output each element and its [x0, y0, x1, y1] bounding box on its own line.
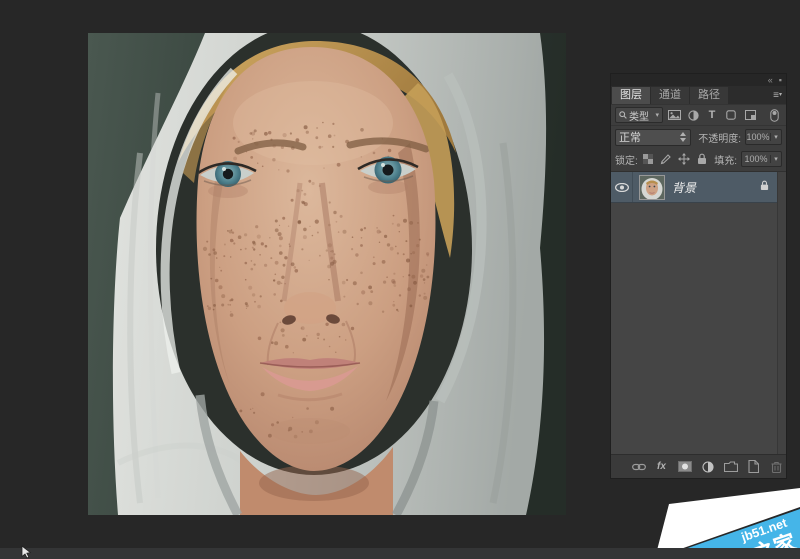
smart-object-icon [745, 110, 756, 120]
layer-thumbnail[interactable] [639, 175, 665, 200]
filter-shape-layers-button[interactable] [723, 107, 739, 123]
add-layer-mask-button[interactable] [677, 459, 692, 474]
status-strip [0, 548, 800, 559]
link-layers-button[interactable] [631, 459, 646, 474]
filter-toggle-switch[interactable] [766, 107, 782, 123]
toggle-icon [770, 109, 779, 122]
fill-input[interactable]: 100% ▾ [741, 151, 782, 167]
thumbnail-portrait [640, 176, 664, 199]
lock-row: 锁定: [611, 148, 786, 170]
layers-panel: « ▪ 图层 通道 路径 ≡▾ 类型 ▾ [610, 73, 787, 479]
layer-name: 背景 [672, 179, 760, 196]
mouse-cursor [21, 545, 32, 559]
panel-dock-bar: « ▪ [611, 74, 786, 86]
new-group-button[interactable] [723, 459, 738, 474]
type-icon: T [709, 110, 716, 121]
opacity-input[interactable]: 100% ▾ [745, 129, 782, 145]
opacity-value: 100% [746, 132, 770, 142]
checkerboard-icon [643, 154, 653, 164]
filter-kind-label: 类型 [629, 108, 653, 123]
tab-paths[interactable]: 路径 [690, 87, 728, 104]
image-icon [668, 110, 681, 120]
folder-icon [724, 461, 738, 472]
tab-channels[interactable]: 通道 [651, 87, 689, 104]
new-layer-button[interactable] [746, 459, 761, 474]
lock-pixels-button[interactable] [659, 152, 673, 166]
lock-icon [760, 180, 769, 191]
blend-mode-value: 正常 [619, 129, 679, 145]
lock-transparency-button[interactable] [641, 152, 655, 166]
blend-mode-row: 正常 不透明度: 100% ▾ [611, 126, 786, 148]
lock-label: 锁定: [615, 152, 638, 167]
layer-filter-row: 类型 ▾ T [611, 104, 786, 126]
lock-icon [697, 153, 707, 165]
panel-menu-icon[interactable]: ≡▾ [773, 90, 782, 101]
layer-list: 背景 [611, 171, 786, 454]
filter-type-layers-button[interactable]: T [704, 107, 720, 123]
tab-layers[interactable]: 图层 [612, 87, 650, 104]
updown-arrows-icon [679, 132, 687, 142]
filter-smart-object-button[interactable] [742, 107, 758, 123]
panel-tab-bar: 图层 通道 路径 ≡▾ [611, 86, 786, 104]
panel-footer: fx [611, 454, 786, 478]
collapse-panel-icon[interactable]: « [768, 76, 773, 85]
portrait-photo [88, 33, 566, 515]
scrollbar[interactable] [777, 172, 786, 454]
filter-kind-dropdown[interactable]: 类型 ▾ [615, 107, 663, 123]
move-icon [678, 153, 690, 165]
eye-icon [615, 183, 629, 192]
layer-lock-badge [760, 180, 769, 194]
watermark-site: jb51.net [739, 516, 790, 545]
shape-icon [726, 110, 736, 120]
layer-row-background[interactable]: 背景 [611, 172, 777, 203]
chevron-down-icon: ▾ [779, 92, 782, 98]
fx-icon: fx [657, 461, 666, 472]
chevron-down-icon: ▾ [770, 155, 781, 163]
layer-mask-icon [678, 461, 692, 472]
fill-label: 填充: [714, 152, 737, 167]
filter-pixel-layers-button[interactable] [666, 107, 682, 123]
dock-box-icon[interactable]: ▪ [779, 76, 782, 85]
layer-style-button[interactable]: fx [654, 459, 669, 474]
canvas-image[interactable] [88, 33, 566, 515]
link-icon [632, 463, 646, 471]
lock-all-button[interactable] [695, 152, 709, 166]
search-icon [619, 111, 627, 119]
delete-layer-button[interactable] [769, 459, 784, 474]
new-layer-icon [748, 460, 759, 473]
adjustment-circle-icon [702, 461, 714, 473]
opacity-label: 不透明度: [698, 130, 741, 145]
trash-icon [771, 461, 782, 473]
adjustment-circle-icon [688, 110, 699, 121]
brush-icon [660, 154, 671, 165]
chevron-down-icon: ▾ [655, 111, 659, 119]
chevron-down-icon: ▾ [770, 133, 781, 141]
new-adjustment-layer-button[interactable] [700, 459, 715, 474]
visibility-toggle[interactable] [611, 172, 633, 202]
photoshop-workspace: « ▪ 图层 通道 路径 ≡▾ 类型 ▾ [0, 0, 800, 559]
lock-position-button[interactable] [677, 152, 691, 166]
fill-value: 100% [742, 154, 770, 164]
filter-adjustment-layers-button[interactable] [685, 107, 701, 123]
blend-mode-select[interactable]: 正常 [615, 129, 691, 146]
